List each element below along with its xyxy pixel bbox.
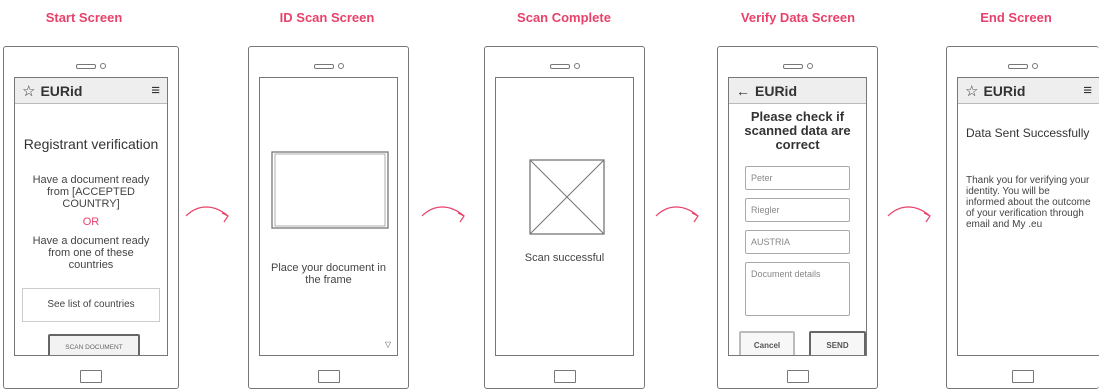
title-start-screen: Start Screen (45, 10, 123, 25)
brand-name: EURid (755, 82, 797, 99)
phone-speaker (76, 63, 106, 69)
phone-speaker (1008, 63, 1038, 69)
title-end-screen: End Screen (980, 10, 1052, 25)
home-button (1012, 370, 1034, 383)
app-bar: ☆ EURid ≡ (958, 78, 1099, 104)
phone-verify-data-screen: ← EURid Please check if scanned data are… (717, 46, 878, 389)
title-id-scan-screen: ID Scan Screen (279, 10, 375, 25)
home-button (553, 370, 576, 383)
triangle-down-icon: ▽ (384, 340, 391, 349)
countries-text: Have a document ready from one of these … (32, 235, 150, 271)
brand-name: EURid (983, 82, 1026, 99)
star-icon[interactable]: ☆ (965, 82, 978, 100)
document-details-field[interactable]: Document details (745, 262, 850, 316)
arrow-left-icon[interactable]: ← (736, 83, 750, 99)
home-button (786, 370, 809, 383)
phone-speaker (313, 63, 344, 69)
send-button[interactable]: SEND (809, 331, 866, 355)
brand-name: EURid (40, 82, 83, 99)
screen-verify: ← EURid Please check if scanned data are… (728, 77, 867, 356)
flow-arrow-3 (655, 206, 699, 223)
success-body: Thank you for verifying your identity. Y… (966, 175, 1091, 230)
home-button (80, 370, 102, 383)
home-button (317, 370, 340, 383)
image-placeholder-icon (528, 158, 606, 236)
cancel-button[interactable]: Cancel (739, 331, 795, 355)
country-field[interactable]: AUSTRIA (745, 230, 850, 254)
screen-scan-complete: Scan successful (495, 77, 634, 356)
phone-scan-complete: Scan successful (484, 46, 645, 389)
scan-instruction: Place your document in the frame (271, 262, 386, 286)
flow-arrow-4 (887, 206, 931, 223)
star-icon[interactable]: ☆ (22, 82, 35, 100)
app-bar: ☆ EURid ≡ (15, 78, 167, 104)
phone-speaker (549, 63, 580, 69)
title-scan-complete: Scan Complete (517, 10, 611, 25)
screen-id-scan: Place your document in the frame ▽ (259, 77, 398, 356)
phone-speaker (782, 63, 813, 69)
phone-start-screen: ☆ EURid ≡ Registrant verification Have a… (3, 46, 179, 389)
see-countries-button[interactable]: See list of countries (22, 288, 160, 322)
or-label: OR (82, 216, 100, 228)
scan-success-message: Scan successful (524, 252, 605, 264)
title-verify-data-screen: Verify Data Screen (740, 10, 856, 25)
scan-document-button[interactable]: SCAN DOCUMENT (48, 334, 140, 355)
flow-arrow-1 (185, 206, 229, 223)
screen-end: ☆ EURid ≡ Data Sent Successfully Thank y… (957, 77, 1099, 356)
last-name-field[interactable]: Riegler (745, 198, 850, 222)
document-frame (270, 150, 390, 230)
menu-icon[interactable]: ≡ (151, 82, 160, 99)
verify-heading: Please check if scanned data are correct (744, 109, 851, 152)
menu-icon[interactable]: ≡ (1083, 82, 1092, 99)
screen-start: ☆ EURid ≡ Registrant verification Have a… (14, 77, 168, 356)
flow-arrow-2 (421, 206, 465, 223)
first-name-field[interactable]: Peter (745, 166, 850, 190)
app-bar: ← EURid (729, 78, 866, 104)
accepted-country-text: Have a document ready from [ACCEPTED COU… (32, 174, 150, 210)
success-heading: Data Sent Successfully (966, 126, 1090, 140)
phone-id-scan-screen: Place your document in the frame ▽ (248, 46, 409, 389)
page-title: Registrant verification (23, 136, 159, 152)
phone-end-screen: ☆ EURid ≡ Data Sent Successfully Thank y… (946, 46, 1099, 389)
